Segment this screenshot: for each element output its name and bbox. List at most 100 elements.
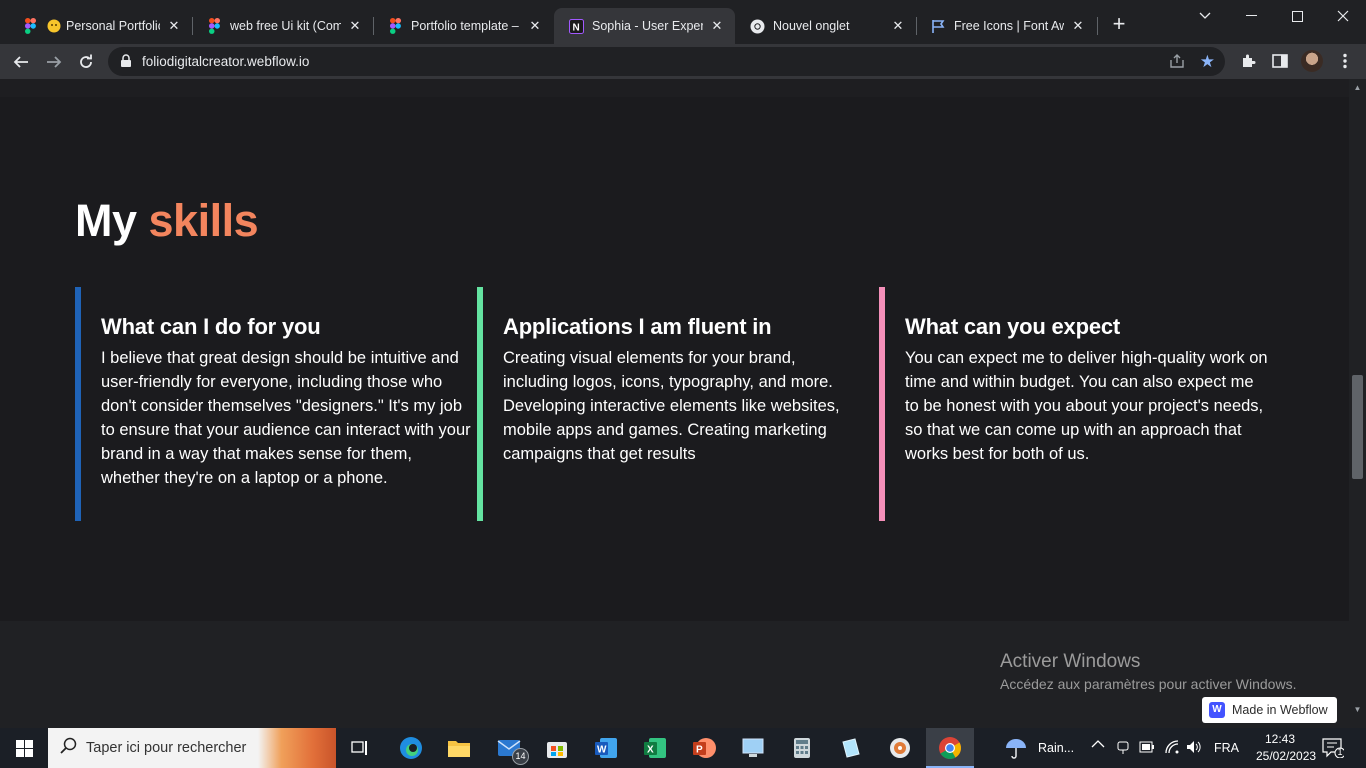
card-title: What can I do for you [101, 314, 321, 339]
minimize-button[interactable] [1228, 0, 1274, 32]
tab-portfolio-template[interactable]: Portfolio template – Fi ✕ [373, 8, 553, 44]
menu-kebab-icon[interactable] [1334, 50, 1356, 72]
back-button[interactable] [7, 48, 35, 76]
windows-logo-icon [15, 739, 33, 757]
tab-personal-portfolio[interactable]: Personal Portfolio ✕ [8, 8, 192, 44]
weather-rain-icon[interactable] [996, 728, 1036, 768]
close-icon[interactable]: ✕ [347, 18, 363, 34]
lock-icon [120, 54, 132, 73]
start-button[interactable] [0, 728, 48, 768]
figma-icon [387, 18, 403, 34]
tab-search-chevron-icon[interactable] [1182, 0, 1228, 32]
scroll-down-arrow-icon[interactable]: ▼ [1349, 701, 1366, 718]
windows-activation-watermark: Activer Windows Accédez aux paramètres p… [1000, 651, 1296, 692]
tab-label: Personal Portfolio [66, 19, 160, 33]
edge-icon[interactable] [387, 728, 435, 768]
svg-text:P: P [696, 745, 703, 756]
chrome-icon [749, 18, 765, 34]
windows-taskbar: Taper ici pour rechercher 14 W X P Rain.… [0, 728, 1366, 768]
activation-title: Activer Windows [1000, 651, 1141, 672]
svg-text:N: N [572, 22, 579, 33]
flag-icon [930, 18, 946, 34]
activation-subtitle: Accédez aux paramètres pour activer Wind… [1000, 676, 1297, 692]
heading-accent: skills [148, 195, 259, 246]
tab-label: Nouvel onglet [773, 19, 850, 33]
skill-card-expectations: What can you expect You can expect me to… [879, 287, 1271, 521]
scroll-up-arrow-icon[interactable]: ▲ [1349, 79, 1366, 96]
notepad-icon[interactable] [827, 728, 875, 768]
excel-icon[interactable]: X [631, 728, 679, 768]
weather-label[interactable]: Rain... [1038, 741, 1074, 755]
file-explorer-icon[interactable] [435, 728, 483, 768]
forward-button[interactable] [40, 48, 68, 76]
tab-label: Sophia - User Experien [592, 19, 703, 33]
badge-label: Made in Webflow [1232, 703, 1328, 717]
side-panel-icon[interactable] [1269, 50, 1291, 72]
browser-toolbar: foliodigitalcreator.webflow.io ★ [0, 44, 1366, 79]
notion-icon: N [568, 18, 584, 34]
section-heading: My skills [75, 195, 259, 247]
battery-icon[interactable] [1139, 740, 1155, 757]
media-player-icon[interactable] [876, 728, 924, 768]
remote-desktop-icon[interactable] [729, 728, 777, 768]
card-title: What can you expect [905, 314, 1121, 339]
mail-icon[interactable]: 14 [485, 728, 533, 768]
address-bar[interactable]: foliodigitalcreator.webflow.io ★ [108, 47, 1225, 76]
emoji-icon [46, 18, 62, 34]
page-scrollbar[interactable]: ▲ ▼ [1349, 79, 1366, 718]
search-icon [60, 737, 78, 760]
tab-font-awesome[interactable]: Free Icons | Font Awes ✕ [916, 8, 1096, 44]
card-body: Creating visual elements for your brand,… [503, 349, 840, 463]
input-language[interactable]: FRA [1214, 741, 1239, 755]
maximize-button[interactable] [1274, 0, 1320, 32]
tray-chevron-up-icon[interactable] [1091, 738, 1105, 752]
made-in-webflow-badge[interactable]: W Made in Webflow [1202, 697, 1337, 723]
close-icon[interactable]: ✕ [527, 18, 543, 34]
page-viewport: My skills What can I do for you I believ… [0, 79, 1349, 718]
figma-icon [206, 18, 222, 34]
volume-icon[interactable] [1186, 739, 1202, 758]
tab-label: Free Icons | Font Awes [954, 19, 1064, 33]
tab-nouvel-onglet[interactable]: Nouvel onglet ✕ [735, 8, 916, 44]
notification-center-icon[interactable]: 1 [1322, 738, 1346, 763]
webflow-logo-icon: W [1209, 702, 1225, 718]
tab-strip: Personal Portfolio ✕ web free Ui kit (Co… [0, 0, 1366, 44]
search-placeholder: Taper ici pour rechercher [86, 740, 247, 756]
card-body: I believe that great design should be in… [101, 349, 471, 487]
profile-avatar[interactable] [1301, 50, 1323, 72]
close-icon[interactable]: ✕ [166, 18, 182, 34]
tab-label: Portfolio template – Fi [411, 19, 521, 33]
card-title: Applications I am fluent in [503, 314, 772, 339]
microsoft-store-icon[interactable] [533, 728, 581, 768]
taskbar-clock[interactable]: 12:43 25/02/2023 [1256, 731, 1317, 765]
clock-date: 25/02/2023 [1256, 749, 1317, 763]
tab-sophia-user-experience[interactable]: N Sophia - User Experien ✕ [554, 8, 735, 44]
new-tab-button[interactable]: + [1108, 13, 1130, 36]
close-icon[interactable]: ✕ [890, 18, 906, 34]
svg-text:X: X [647, 745, 654, 756]
tab-separator [1097, 17, 1098, 35]
close-window-button[interactable] [1320, 0, 1366, 32]
word-icon[interactable]: W [582, 728, 630, 768]
share-icon[interactable] [1169, 53, 1185, 74]
previous-section-edge [0, 79, 1349, 97]
reload-button[interactable] [72, 48, 100, 76]
notification-count: 1 [1337, 747, 1343, 757]
scrollbar-thumb[interactable] [1352, 375, 1363, 479]
powerpoint-icon[interactable]: P [680, 728, 728, 768]
wifi-icon[interactable] [1164, 739, 1180, 758]
svg-text:W: W [597, 745, 607, 756]
close-icon[interactable]: ✕ [1070, 18, 1086, 34]
extensions-icon[interactable] [1237, 50, 1259, 72]
search-highlight-image [258, 728, 336, 768]
taskbar-search-input[interactable]: Taper ici pour rechercher [48, 728, 336, 768]
task-view-icon[interactable] [336, 728, 384, 768]
close-icon[interactable]: ✕ [709, 18, 725, 34]
bookmark-star-icon[interactable]: ★ [1200, 52, 1215, 72]
url-text: foliodigitalcreator.webflow.io [142, 54, 310, 69]
chrome-taskbar-icon[interactable] [926, 728, 974, 768]
calculator-icon[interactable] [778, 728, 826, 768]
tab-web-free-ui-kit[interactable]: web free Ui kit (Comm ✕ [192, 8, 373, 44]
meet-now-icon[interactable] [1116, 739, 1130, 758]
heading-prefix: My [75, 195, 137, 246]
